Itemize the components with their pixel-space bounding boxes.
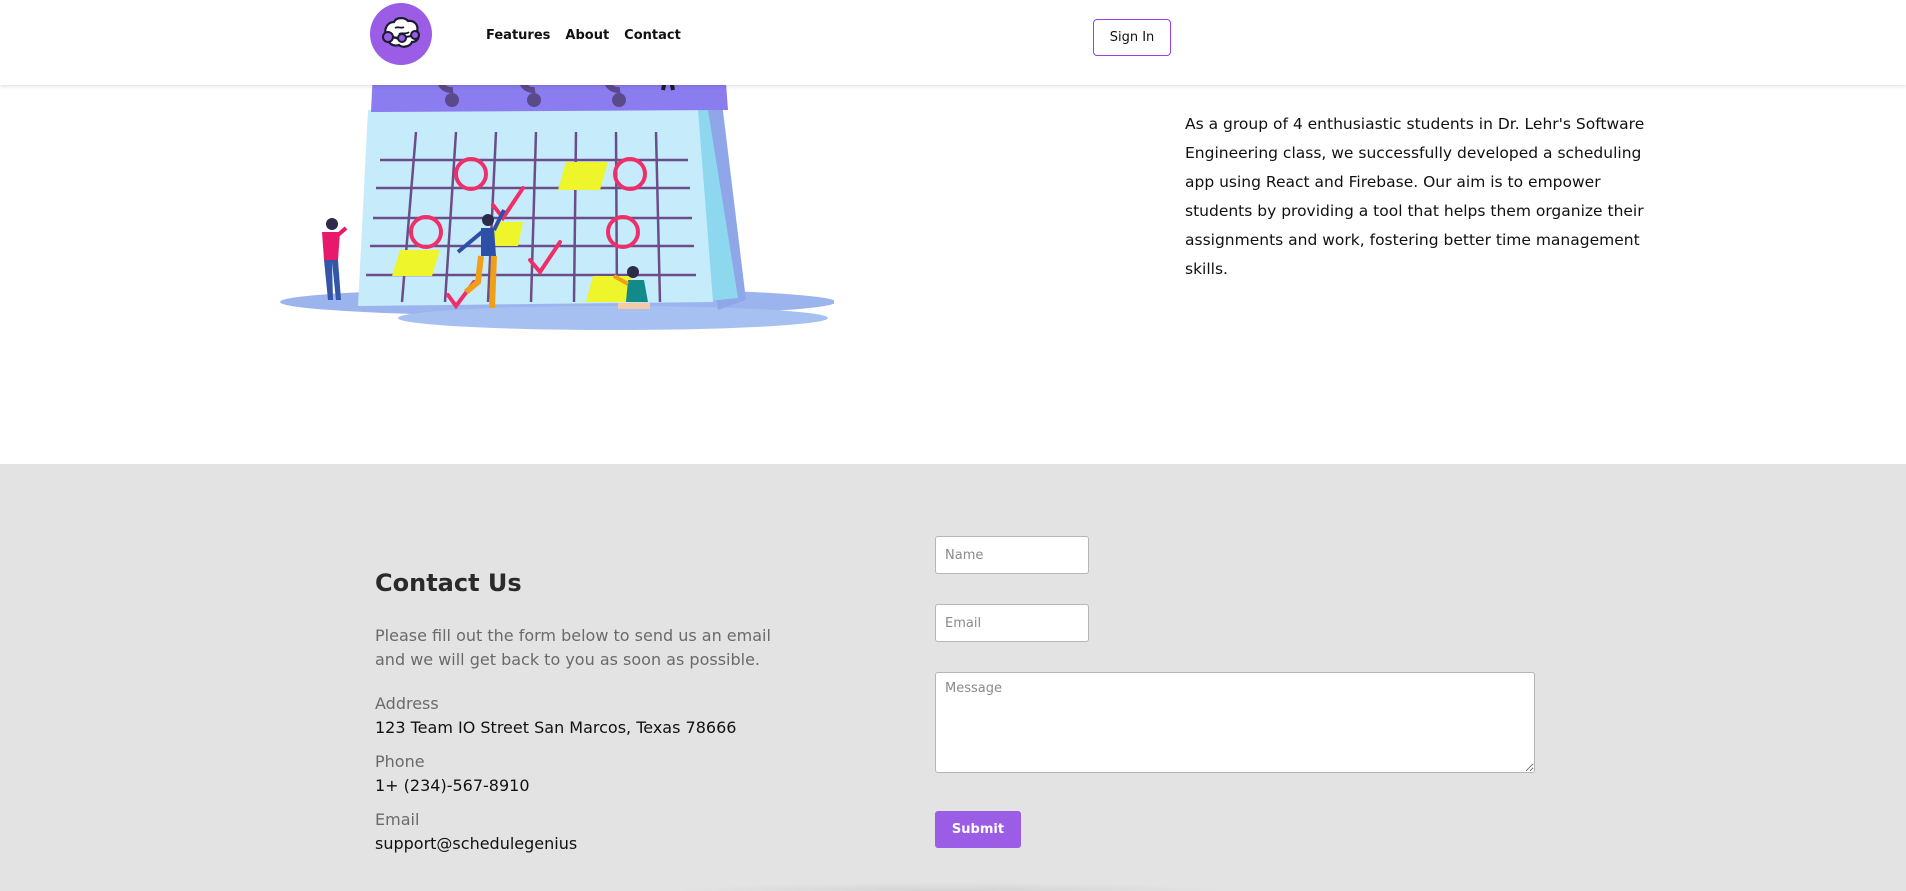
brain-logo-icon[interactable] (370, 3, 432, 65)
about-paragraph: As a group of 4 enthusiastic students in… (1185, 115, 1645, 278)
email-label: Email (375, 810, 420, 829)
message-textarea[interactable] (935, 672, 1535, 773)
address-label: Address (375, 694, 439, 713)
name-input[interactable] (935, 536, 1089, 574)
sign-in-button[interactable]: Sign In (1093, 19, 1171, 56)
navbar: Features About Contact Sign In (0, 0, 1906, 85)
submit-button[interactable]: Submit (935, 811, 1021, 848)
nav-link-features[interactable]: Features (486, 28, 550, 43)
nav-link-about[interactable]: About (565, 28, 609, 43)
contact-section: Contact Us Please fill out the form belo… (0, 464, 1906, 891)
footer-shadow (670, 882, 1230, 891)
contact-title: Contact Us (375, 569, 522, 597)
nav-link-contact[interactable]: Contact (624, 28, 681, 43)
email-value: support@schedulegenius (375, 834, 578, 853)
email-input[interactable] (935, 604, 1089, 642)
address-value: 123 Team IO Street San Marcos, Texas 786… (375, 718, 737, 737)
phone-value: 1+ (234)-567-8910 (375, 776, 530, 795)
contact-description: Please fill out the form below to send u… (375, 626, 771, 669)
calendar-illustration (278, 70, 836, 334)
phone-label: Phone (375, 752, 425, 771)
calendar-illustration-icon (280, 70, 836, 330)
nav-links: Features About Contact (486, 28, 681, 43)
